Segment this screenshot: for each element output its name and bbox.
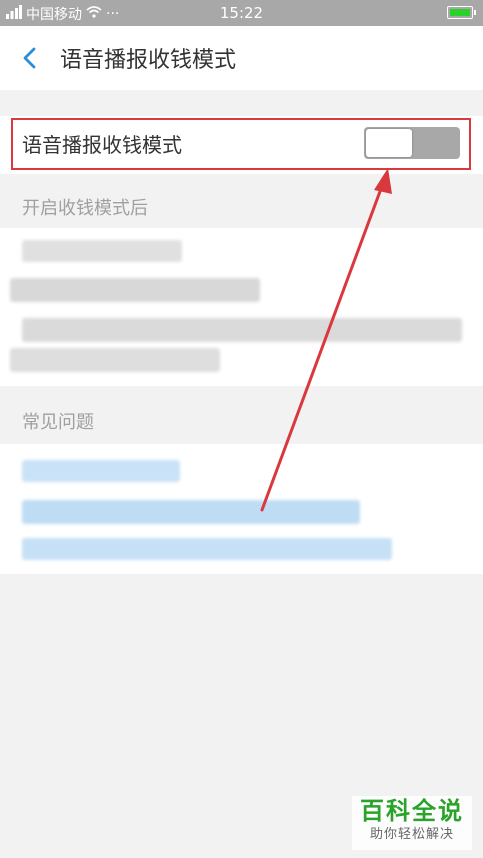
highlight-box [11, 118, 471, 170]
status-bar: 中国移动 ··· 15:22 [0, 0, 483, 26]
faq-link-blurred[interactable] [22, 538, 392, 560]
faq-link-blurred[interactable] [22, 460, 180, 482]
blurred-text-line [22, 318, 462, 342]
watermark-logo: 百科全说 助你轻松解决 [352, 796, 472, 850]
after-enable-card [0, 228, 483, 386]
blurred-text-line [10, 278, 260, 302]
status-time: 15:22 [219, 4, 264, 22]
battery-icon [447, 6, 476, 19]
section-after-enable-label: 开启收钱模式后 [22, 198, 148, 219]
watermark-sub-text: 助你轻松解决 [369, 827, 454, 842]
section-faq-label: 常见问题 [22, 412, 94, 433]
watermark-main-text: 百科全说 [360, 797, 464, 825]
blurred-text-line [10, 348, 220, 372]
blurred-text-line [22, 240, 182, 262]
app-header: 语音播报收钱模式 [0, 26, 483, 90]
faq-card [0, 444, 483, 574]
back-arrow-icon[interactable] [20, 46, 42, 70]
page-title: 语音播报收钱模式 [60, 48, 237, 73]
faq-link-blurred[interactable] [22, 500, 360, 524]
